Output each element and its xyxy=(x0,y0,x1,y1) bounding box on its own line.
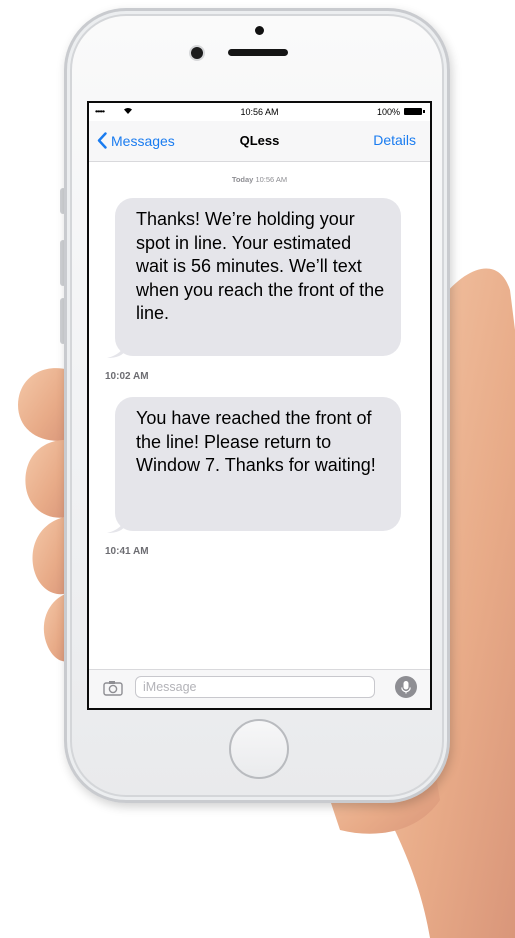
incoming-message-bubble[interactable]: You have reached the front of the line! … xyxy=(115,397,401,531)
back-label: Messages xyxy=(111,132,175,149)
bubble-tail xyxy=(107,339,125,358)
details-button[interactable]: Details xyxy=(373,132,416,148)
microphone-icon xyxy=(401,681,411,694)
status-bar: ••••• 10:56 AM 100% xyxy=(89,103,430,121)
earpiece-speaker xyxy=(228,49,288,56)
navigation-bar: Messages QLess Details xyxy=(89,121,430,162)
message-text: Thanks! We’re holding your spot in line.… xyxy=(136,209,385,323)
timestamp-day: Today xyxy=(231,175,254,184)
battery-percentage: 100% xyxy=(376,107,400,117)
front-camera xyxy=(191,47,203,59)
compose-bar xyxy=(89,669,430,708)
phone-screen: ••••• 10:56 AM 100% Messages QLess Detai… xyxy=(87,101,432,710)
imessage-input[interactable] xyxy=(135,676,375,698)
incoming-message-bubble[interactable]: Thanks! We’re holding your spot in line.… xyxy=(115,198,401,356)
back-to-messages-button[interactable]: Messages xyxy=(97,132,175,149)
timestamp-time: 10:56 AM xyxy=(255,175,288,184)
home-button[interactable] xyxy=(229,719,289,779)
battery-icon xyxy=(404,108,425,115)
conversation-timestamp: Today 10:56 AM xyxy=(89,175,430,184)
message-text: You have reached the front of the line! … xyxy=(136,408,376,475)
bubble-tail xyxy=(107,514,125,533)
camera-icon[interactable] xyxy=(103,680,123,696)
message-time: 10:02 AM xyxy=(105,371,149,382)
proximity-sensor xyxy=(255,26,264,35)
message-time: 10:41 AM xyxy=(105,546,149,557)
microphone-button[interactable] xyxy=(395,676,417,698)
chevron-left-icon xyxy=(97,132,107,149)
